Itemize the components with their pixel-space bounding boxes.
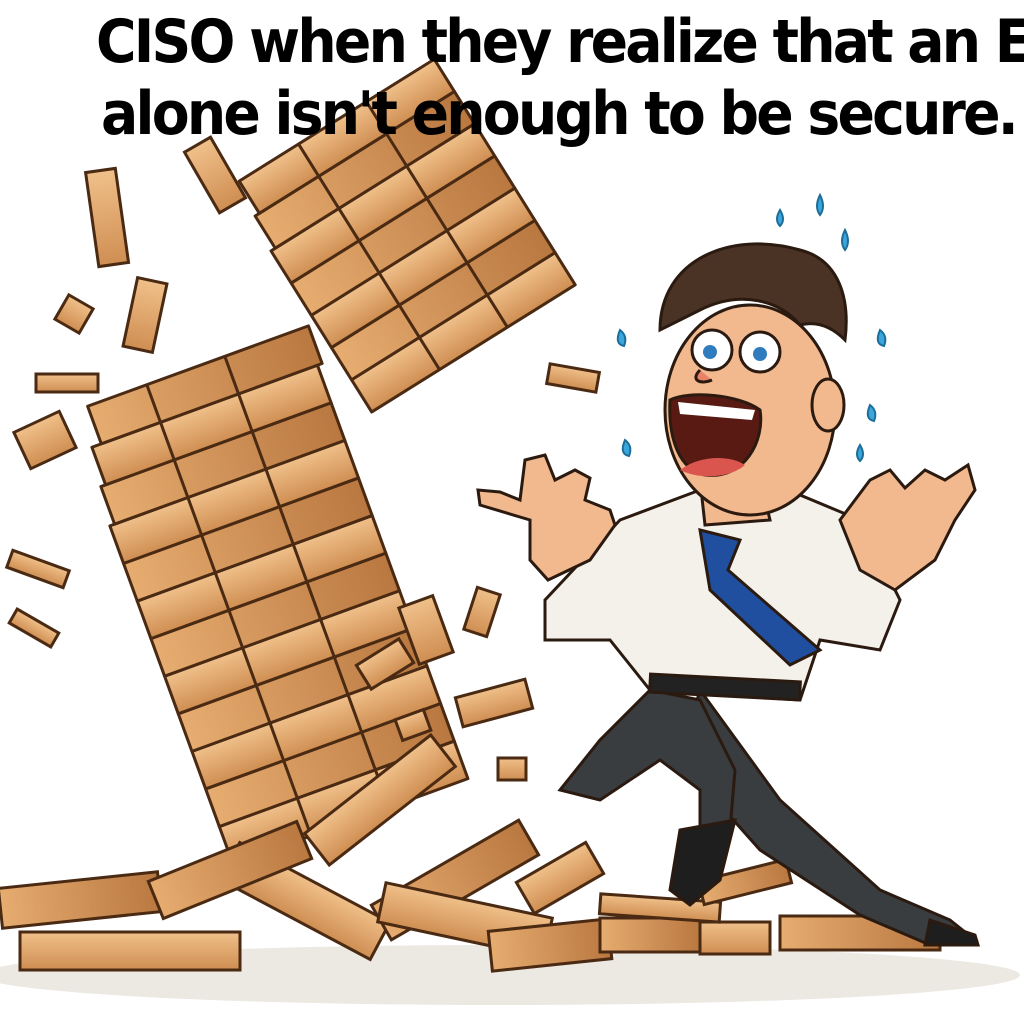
caption-line-2: alone isn't enough to be secure. <box>101 79 1019 149</box>
meme-caption: CISO when they realize that an EDR alone… <box>96 6 1024 150</box>
meme-illustration <box>0 57 1020 1005</box>
meme-canvas: CISO when they realize that an EDR alone… <box>0 0 1024 1024</box>
panicked-man-icon <box>476 242 981 947</box>
falling-jenga-tower-icon <box>86 57 577 866</box>
caption-line-1: CISO when they realize that an EDR <box>96 7 1024 77</box>
